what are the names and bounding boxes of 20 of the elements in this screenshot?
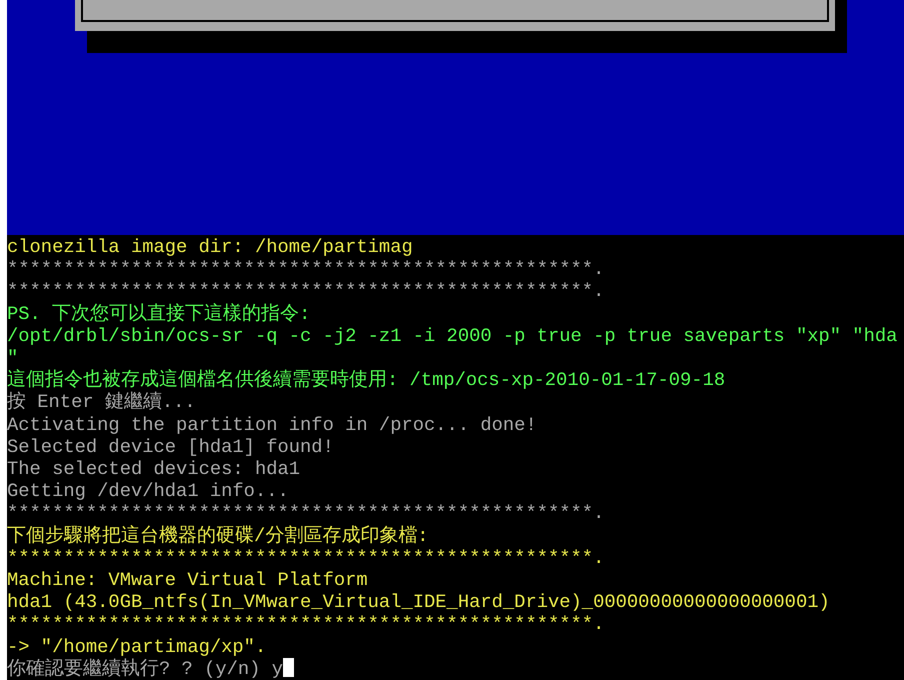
terminal-line: PS. 下次您可以直接下這樣的指令: [7,302,310,325]
terminal-line: ****************************************************. [7,258,604,280]
terminal-line: -> "/home/partimag/xp". [7,636,266,658]
terminal-line: 下個步驟將把這台機器的硬碟/分割區存成印象檔: [7,524,429,547]
terminal-line: ****************************************************. [7,613,604,636]
terminal-line: Machine: VMware Virtual Platform [7,569,368,592]
terminal-line: Selected device [hda1] found! [7,436,334,458]
terminal-line: 這個指令也被存成這個檔名供後續需要時使用: /tmp/ocs-xp-2010-01-17-09-18 [7,369,726,392]
terminal-line: clonezilla image dir: /home/partimag [7,236,413,258]
terminal-line: hda1 (43.0GB_ntfs(In_VMware_Virtual_IDE_Hard_Drive)_00000000000000000001) [7,591,830,614]
terminal-line: /opt/drbl/sbin/ocs-sr -q -c -j2 -z1 -i 2000 -p true -p true saveparts "xp" "hda [7,324,898,348]
terminal-line: ****************************************************. [7,502,604,525]
terminal-line: ****************************************************. [7,280,604,303]
terminal-line: " [7,347,18,370]
terminal-line: ****************************************************. [7,546,604,570]
terminal-line: 按 Enter 鍵繼續... [7,391,196,414]
terminal-line: Getting /dev/hda1 info... [7,480,289,502]
terminal-line: The selected devices: hda1 [7,458,300,480]
terminal-line: 你確認要繼續執行? ? (y/n) y [7,658,283,680]
terminal-line: Activating the partition info in /proc... done! [7,414,537,436]
